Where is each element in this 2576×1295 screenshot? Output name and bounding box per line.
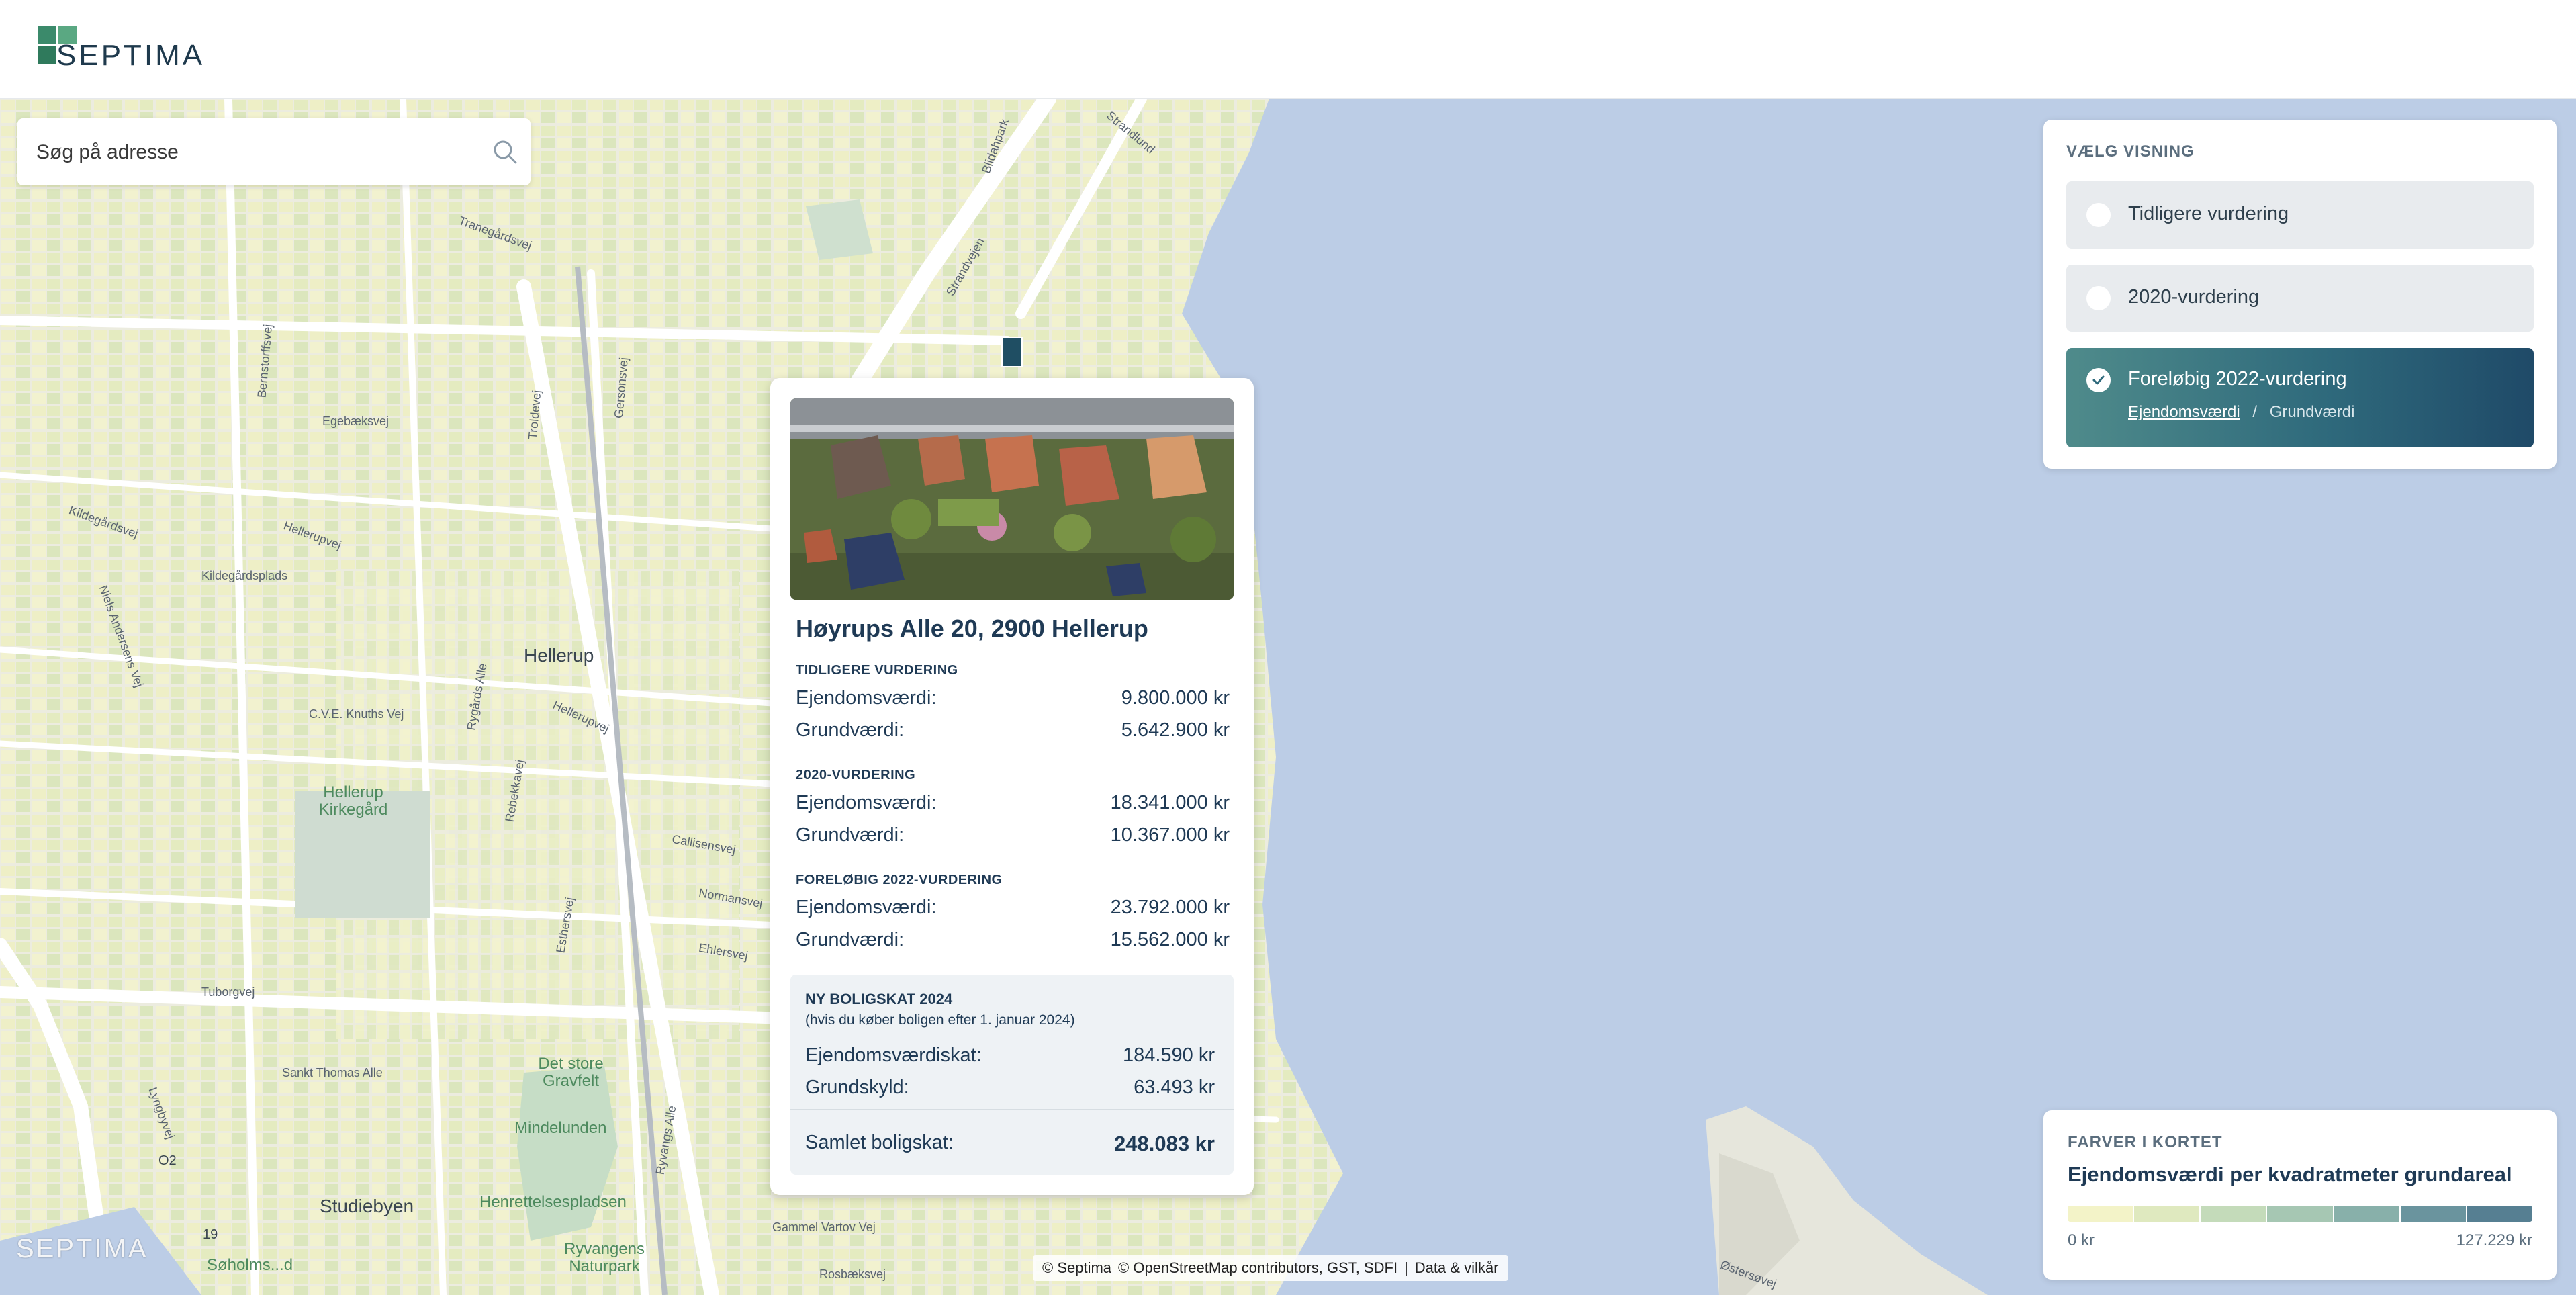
legend-swatch bbox=[2267, 1206, 2334, 1222]
map-label-kildegardsplads: Kildegårdsplads bbox=[201, 569, 288, 582]
map-label-egebaeksvej: Egebæksvej bbox=[322, 414, 389, 428]
logo-mark-icon bbox=[38, 26, 79, 69]
map-label-cve-knuths-vej: C.V.E. Knuths Vej bbox=[309, 707, 404, 721]
app-header: SEPTIMA bbox=[0, 0, 2576, 99]
map-place-det-store-gravfelt: Det store Gravfelt bbox=[538, 1055, 604, 1091]
value-row: Grundværdi: 5.642.900 kr bbox=[796, 719, 1230, 742]
legend-swatch bbox=[2467, 1206, 2532, 1222]
ejendomsvaerdi-link[interactable]: Ejendomsværdi bbox=[2128, 403, 2240, 421]
value-amount: 10.367.000 kr bbox=[1110, 824, 1230, 846]
map-legend: FARVER I KORTET Ejendomsværdi per kvadra… bbox=[2043, 1110, 2557, 1280]
attribution-osm-link[interactable]: © OpenStreetMap contributors, GST, SDFI bbox=[1118, 1259, 1397, 1277]
value-type-separator: / bbox=[2252, 403, 2258, 421]
tax-amount: 184.590 kr bbox=[1122, 1044, 1215, 1066]
radio-unchecked-icon[interactable] bbox=[2086, 286, 2111, 310]
section-title-2022: FORELØBIG 2022-VURDERING bbox=[796, 873, 1003, 887]
tax-row: Grundskyld: 63.493 kr bbox=[805, 1077, 1215, 1099]
view-option-label: Foreløbig 2022-vurdering bbox=[2128, 368, 2347, 390]
view-option-tidligere[interactable]: Tidligere vurdering bbox=[2066, 181, 2534, 249]
map-label-o2: O2 bbox=[158, 1153, 177, 1168]
view-option-2022[interactable]: Foreløbig 2022-vurdering Ejendomsværdi /… bbox=[2066, 348, 2534, 447]
value-amount: 9.800.000 kr bbox=[1121, 687, 1230, 709]
value-label: Ejendomsværdi: bbox=[796, 687, 937, 709]
legend-swatch bbox=[2334, 1206, 2401, 1222]
legend-title: Ejendomsværdi per kvadratmeter grundarea… bbox=[2068, 1163, 2512, 1186]
tax-title: NY BOLIGSKAT 2024 bbox=[805, 991, 953, 1008]
view-option-label: Tidligere vurdering bbox=[2128, 203, 2289, 224]
tax-total-label: Samlet boligskat: bbox=[805, 1132, 954, 1153]
tax-amount: 63.493 kr bbox=[1134, 1077, 1215, 1098]
legend-min-label: 0 kr bbox=[2068, 1231, 2095, 1249]
value-label: Grundværdi: bbox=[796, 824, 905, 846]
section-title-2020: 2020-VURDERING bbox=[796, 768, 916, 783]
tax-divider bbox=[790, 1109, 1234, 1110]
map-place-hellerup-kirkegard: Hellerup Kirkegård bbox=[318, 783, 388, 819]
checkmark-icon bbox=[2092, 375, 2105, 385]
property-address: Høyrups Alle 20, 2900 Hellerup bbox=[796, 615, 1148, 642]
tax-row: Ejendomsværdiskat: 184.590 kr bbox=[805, 1044, 1215, 1067]
septima-logo[interactable]: SEPTIMA bbox=[38, 26, 205, 72]
legend-swatch bbox=[2400, 1206, 2467, 1222]
septima-watermark: SEPTIMA bbox=[16, 1234, 148, 1263]
value-amount: 15.562.000 kr bbox=[1110, 929, 1230, 950]
legend-color-scale bbox=[2068, 1206, 2532, 1222]
value-amount: 5.642.900 kr bbox=[1121, 719, 1230, 741]
view-option-label: 2020-vurdering bbox=[2128, 286, 2260, 308]
map-label-19: 19 bbox=[203, 1227, 218, 1242]
value-row: Ejendomsværdi: 23.792.000 kr bbox=[796, 897, 1230, 919]
grundvaerdi-link[interactable]: Grundværdi bbox=[2270, 403, 2355, 421]
value-type-switch: Ejendomsværdi / Grundværdi bbox=[2128, 403, 2354, 422]
tax-note: (hvis du køber boligen efter 1. januar 2… bbox=[805, 1012, 1075, 1028]
radio-checked-icon[interactable] bbox=[2086, 368, 2111, 392]
map-place-soholms: Søholms...d bbox=[207, 1256, 293, 1274]
view-selector-panel: VÆLG VISNING Tidligere vurdering 2020-vu… bbox=[2043, 120, 2557, 469]
legend-max-label: 127.229 kr bbox=[2456, 1231, 2532, 1249]
tax-label: Grundskyld: bbox=[805, 1077, 909, 1098]
radio-unchecked-icon[interactable] bbox=[2086, 203, 2111, 227]
map-place-studiebyen: Studiebyen bbox=[320, 1196, 414, 1216]
map-label-rosbaeksvej: Rosbæksvej bbox=[819, 1267, 886, 1281]
legend-swatch bbox=[2134, 1206, 2201, 1222]
view-option-2020[interactable]: 2020-vurdering bbox=[2066, 265, 2534, 332]
value-row: Grundværdi: 10.367.000 kr bbox=[796, 824, 1230, 846]
map-place-henrettelsespladsen: Henrettelsespladsen bbox=[479, 1193, 627, 1211]
value-row: Ejendomsværdi: 9.800.000 kr bbox=[796, 687, 1230, 709]
tax-label: Ejendomsværdiskat: bbox=[805, 1044, 982, 1066]
map-attribution: © Septima © OpenStreetMap contributors, … bbox=[1033, 1255, 1508, 1281]
legend-swatch bbox=[2201, 1206, 2268, 1222]
map-label-tuborgvej: Tuborgvej bbox=[201, 985, 255, 999]
tax-total-amount: 248.083 kr bbox=[1114, 1132, 1215, 1155]
value-label: Grundværdi: bbox=[796, 719, 905, 741]
map-label-sankt-thomas-alle: Sankt Thomas Alle bbox=[282, 1066, 383, 1079]
map-place-hellerup: Hellerup bbox=[524, 645, 594, 666]
attribution-separator: | bbox=[1404, 1259, 1408, 1276]
tax-summary-box: NY BOLIGSKAT 2024 (hvis du køber boligen… bbox=[790, 975, 1234, 1175]
legend-kicker: FARVER I KORTET bbox=[2068, 1133, 2223, 1151]
value-row: Ejendomsværdi: 18.341.000 kr bbox=[796, 792, 1230, 814]
value-row: Grundværdi: 15.562.000 kr bbox=[796, 929, 1230, 951]
value-label: Ejendomsværdi: bbox=[796, 792, 937, 813]
attribution-septima-link[interactable]: © Septima bbox=[1042, 1259, 1111, 1277]
value-label: Ejendomsværdi: bbox=[796, 897, 937, 918]
tax-total-row: Samlet boligskat: 248.083 kr bbox=[805, 1132, 1215, 1155]
search-icon[interactable] bbox=[492, 138, 518, 165]
map-place-ryvangens-naturpark: Ryvangens Naturpark bbox=[563, 1240, 645, 1276]
address-search-box bbox=[17, 118, 531, 187]
data-terms-link[interactable]: Data & vilkår bbox=[1415, 1259, 1499, 1277]
value-label: Grundværdi: bbox=[796, 929, 905, 950]
property-popup: Høyrups Alle 20, 2900 Hellerup TIDLIGERE… bbox=[770, 378, 1254, 1195]
map-place-mindelunden: Mindelunden bbox=[514, 1119, 607, 1137]
map-label-gammel-vartov-vej: Gammel Vartov Vej bbox=[772, 1220, 876, 1234]
legend-swatch bbox=[2068, 1206, 2135, 1222]
view-selector-title: VÆLG VISNING bbox=[2066, 142, 2195, 161]
value-amount: 18.341.000 kr bbox=[1110, 792, 1230, 813]
aerial-property-photo bbox=[790, 398, 1234, 600]
value-amount: 23.792.000 kr bbox=[1110, 897, 1230, 918]
section-title-tidligere: TIDLIGERE VURDERING bbox=[796, 663, 958, 678]
address-search-input[interactable] bbox=[35, 118, 474, 187]
